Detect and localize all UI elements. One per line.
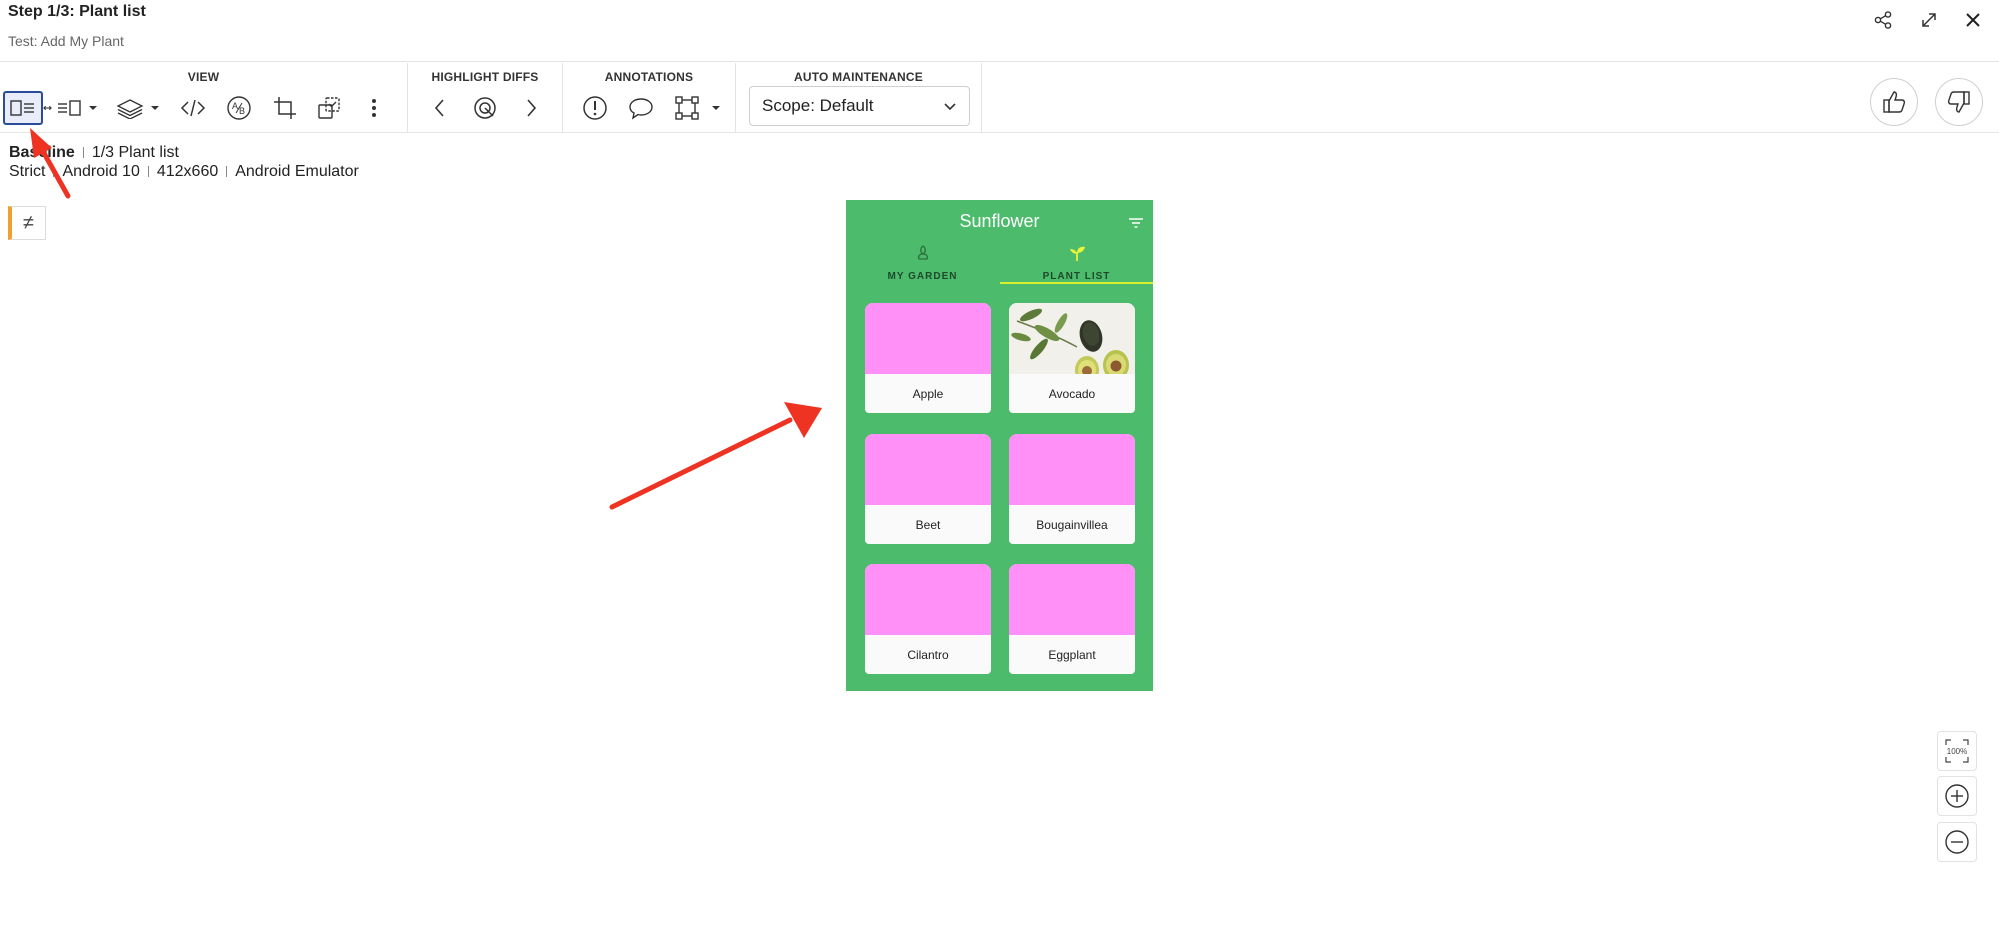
viewport-size: 412x660 — [156, 163, 219, 180]
close-icon[interactable] — [1961, 8, 1985, 32]
tab-label: MY GARDEN — [887, 271, 958, 282]
code-icon[interactable] — [176, 91, 210, 125]
environment-info: Strict Android 10 412x660 Android Emulator — [9, 163, 359, 181]
baseline-step: 1/3 Plant list — [91, 144, 179, 161]
region-check-icon[interactable] — [312, 91, 346, 125]
layers-dropdown-caret[interactable] — [148, 91, 162, 125]
baseline-label: Baseline — [9, 144, 75, 161]
view-label: VIEW — [187, 70, 220, 84]
expand-icon[interactable] — [1917, 8, 1941, 32]
plant-card: Apple — [865, 303, 991, 413]
tab-my-garden: MY GARDEN — [846, 242, 999, 284]
page-title: Step 1/3: Plant list — [8, 3, 146, 20]
zoom-fit-label: 100% — [1947, 747, 1967, 756]
plant-image-placeholder — [865, 434, 991, 505]
region-select-icon[interactable] — [670, 91, 704, 125]
plant-name: Apple — [912, 387, 944, 401]
plant-name: Eggplant — [1048, 648, 1096, 662]
annotation-arrow — [30, 128, 71, 199]
crop-icon[interactable] — [268, 91, 302, 125]
baseline-info: Baseline 1/3 Plant list — [9, 144, 179, 162]
next-diff-button[interactable] — [514, 91, 548, 125]
swap-arrow-icon[interactable] — [43, 91, 52, 125]
device-name: Android Emulator — [235, 163, 359, 180]
separator — [53, 166, 55, 178]
filter-icon — [1129, 215, 1143, 233]
plant-card: Eggplant — [1009, 564, 1135, 674]
bug-region-icon[interactable] — [578, 91, 612, 125]
ab-compare-icon[interactable]: AB — [222, 91, 256, 125]
plant-image-placeholder — [865, 303, 991, 374]
separator — [226, 166, 228, 178]
share-icon[interactable] — [1871, 8, 1895, 32]
plant-card: Cilantro — [865, 564, 991, 674]
diff-status-badge[interactable]: ≠ — [8, 206, 46, 240]
tab-label: PLANT LIST — [1042, 271, 1111, 282]
os-version: Android 10 — [62, 163, 140, 180]
highlight-diffs-label: HIGHLIGHT DIFFS — [431, 70, 539, 84]
header-bar: Step 1/3: Plant list Test: Add My Plant — [0, 0, 1999, 62]
scope-select[interactable]: Scope: Default — [749, 86, 970, 126]
highlight-diffs-icon[interactable] — [468, 91, 502, 125]
garden-icon — [846, 244, 999, 262]
separator — [147, 166, 149, 178]
annotations-label: ANNOTATIONS — [604, 70, 694, 84]
layers-icon[interactable] — [112, 91, 148, 125]
svg-text:B: B — [239, 106, 245, 116]
avocado-photo — [1009, 303, 1135, 384]
annotation-arrow — [609, 402, 822, 510]
chevron-down-icon — [943, 98, 957, 118]
test-name: Test: Add My Plant — [8, 33, 124, 49]
separator — [82, 147, 84, 159]
side-by-side-view-button[interactable] — [3, 91, 43, 125]
match-level: Strict — [9, 163, 46, 180]
more-options-icon[interactable] — [360, 91, 388, 125]
comment-icon[interactable] — [624, 91, 658, 125]
view-dropdown-caret[interactable] — [86, 91, 100, 125]
scope-select-value: Scope: Default — [762, 96, 874, 115]
plant-card: Avocado — [1009, 303, 1135, 413]
tab-plant-list: PLANT LIST — [1000, 242, 1153, 284]
app-screenshot: Sunflower MY GARDEN PLANT LIST Apple Avo… — [846, 200, 1153, 691]
annotation-dropdown-caret[interactable] — [709, 91, 723, 125]
svg-text:A: A — [232, 101, 238, 111]
plant-name: Beet — [915, 518, 941, 532]
plant-image-placeholder — [865, 564, 991, 635]
single-view-button[interactable] — [52, 91, 86, 125]
plant-image-placeholder — [1009, 564, 1135, 635]
plant-name: Bougainvillea — [1036, 518, 1108, 532]
plant-card: Beet — [865, 434, 991, 544]
toolbar: VIEW HIGHLIGHT DIFFS ANNOTATIONS AUTO MA… — [0, 63, 1999, 133]
plant-card: Bougainvillea — [1009, 434, 1135, 544]
zoom-fit-button[interactable]: 100% — [1937, 731, 1977, 771]
plant-name: Cilantro — [907, 648, 949, 662]
plant-name: Avocado — [1048, 387, 1096, 401]
plant-image-placeholder — [1009, 434, 1135, 505]
active-tab-indicator — [1000, 282, 1153, 284]
zoom-in-button[interactable] — [1937, 776, 1977, 816]
app-title: Sunflower — [959, 211, 1040, 231]
sprout-icon — [1000, 244, 1153, 262]
previous-diff-button[interactable] — [423, 91, 457, 125]
zoom-out-button[interactable] — [1937, 822, 1977, 862]
auto-maintenance-label: AUTO MAINTENANCE — [794, 70, 923, 84]
thumbs-up-button[interactable] — [1870, 78, 1918, 126]
thumbs-down-button[interactable] — [1935, 78, 1983, 126]
